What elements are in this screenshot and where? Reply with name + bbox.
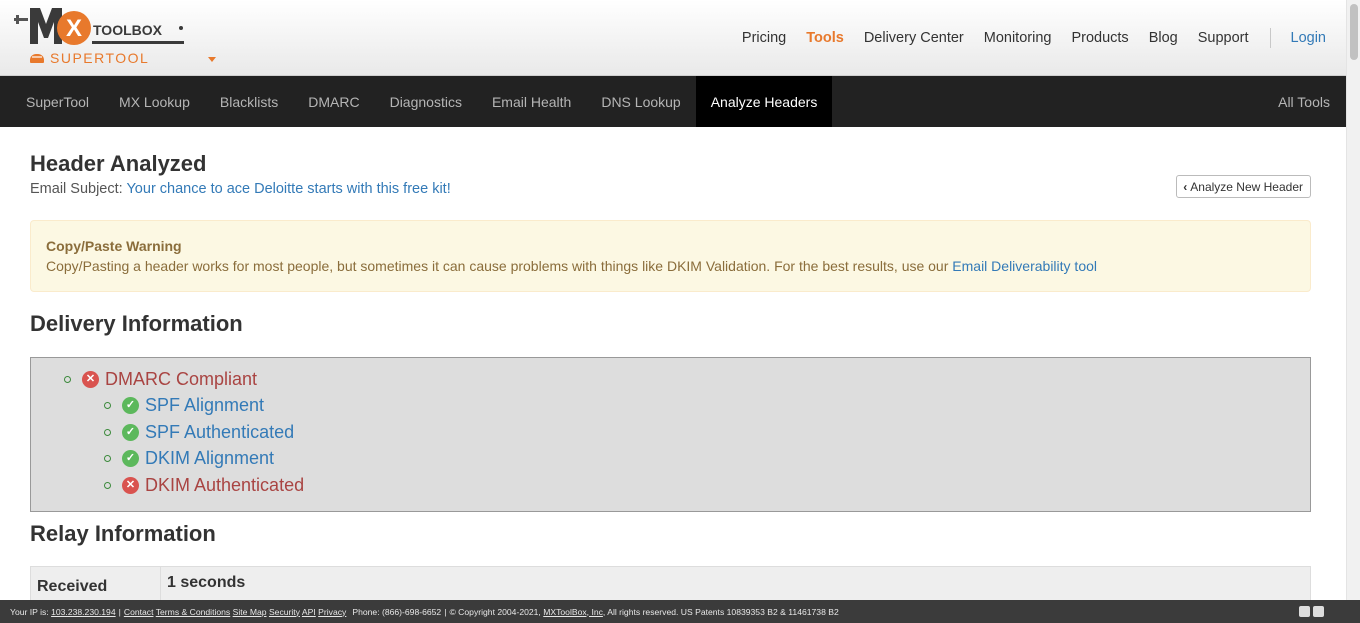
footer-rights: , All rights reserved. US Patents 108393… (602, 606, 839, 617)
delivery-information-box: ✕ DMARC Compliant ✓ SPF Alignment ✓ SPF Authe… (30, 357, 1311, 512)
x-circle-icon: ✕ (82, 371, 99, 388)
topnav-pricing[interactable]: Pricing (742, 30, 786, 46)
tab-email-health[interactable]: Email Health (477, 76, 586, 127)
delivery-item-label: SPF Authenticated (145, 421, 295, 442)
warning-text: Copy/Pasting a header works for most peo… (46, 258, 1295, 274)
warning-body: Copy/Pasting a header works for most peo… (46, 258, 949, 274)
footer-link-privacy[interactable]: Privacy (318, 607, 346, 617)
x-circle-icon: ✕ (122, 477, 139, 495)
tree-bullet (104, 402, 111, 409)
tab-analyze-headers[interactable]: Analyze Headers (695, 76, 833, 127)
footer-link-api[interactable]: API (302, 607, 316, 617)
analyze-new-header-label: Analyze New Header (1190, 179, 1303, 194)
footer-link-site-map[interactable]: Site Map (233, 607, 267, 617)
delivery-item-spf-alignment[interactable]: ✓ SPF Alignment (122, 395, 264, 416)
delivery-information-heading: Delivery Information (30, 311, 243, 336)
top-header: X TOOLBOX SUPERTOOL Pricing Tools Delivery… (0, 0, 1346, 76)
delivery-item-label: SPF Alignment (145, 395, 265, 415)
topnav-delivery-center[interactable]: Delivery Center (864, 30, 964, 46)
footer: Your IP is: 103.238.230.194 | Contact Te… (0, 600, 1346, 623)
delivery-item-dmarc-compliant[interactable]: ✕ DMARC Compliant (82, 369, 257, 390)
footer-links: Contact Terms & Conditions Site Map Secu… (124, 607, 346, 617)
tools-navigation: SuperTool MX Lookup Blacklists DMARC Diagnos… (0, 76, 1346, 127)
chevron-left-icon: ‹ (1183, 179, 1188, 194)
footer-phone: Phone: (866)-698-6652 (352, 606, 442, 617)
svg-text:X: X (66, 15, 82, 42)
topnav-support[interactable]: Support (1198, 30, 1249, 46)
delivery-item-label: DKIM Alignment (145, 448, 275, 469)
tree-bullet (104, 482, 111, 490)
delivery-item-dkim-authenticated[interactable]: ✕ DKIM Authenticated (122, 475, 304, 496)
delivery-item-spf-authenticated[interactable]: ✓ SPF Authenticated (122, 422, 294, 443)
tab-dmarc[interactable]: DMARC (293, 76, 374, 127)
footer-copyright: © Copyright 2004-2021, (449, 606, 541, 617)
delivery-item-label: DKIM Authenticated (145, 475, 305, 496)
topnav-monitoring[interactable]: Monitoring (984, 30, 1052, 46)
login-link[interactable]: Login (1291, 30, 1326, 46)
twitter-icon[interactable] (1299, 606, 1310, 617)
tree-bullet (64, 376, 71, 383)
footer-link-contact[interactable]: Contact (124, 607, 154, 617)
footer-link-security[interactable]: Security (269, 607, 300, 617)
tab-supertool[interactable]: SuperTool (0, 76, 104, 127)
svg-text:TOOLBOX: TOOLBOX (93, 22, 163, 38)
tab-dns-lookup[interactable]: DNS Lookup (586, 76, 695, 127)
tree-bullet (104, 428, 111, 436)
mxtoolbox-logo-mark: X TOOLBOX (14, 8, 184, 45)
check-circle-icon: ✓ (122, 397, 139, 414)
warning-title: Copy/Paste Warning (46, 238, 182, 254)
relay-information-heading: Relay Information (30, 521, 216, 546)
blog-icon[interactable] (1313, 606, 1324, 617)
ip-label: Your IP is: (10, 606, 49, 617)
top-navigation: Pricing Tools Delivery Center Monitoring Pro… (722, 28, 1326, 48)
delivery-item-dkim-alignment[interactable]: ✓ DKIM Alignment (122, 448, 274, 469)
footer-scroll-corner (1346, 600, 1360, 623)
copy-paste-warning: Copy/Paste Warning Copy/Pasting a header… (30, 220, 1311, 292)
chevron-down-icon[interactable] (208, 57, 216, 62)
supertool-dropdown[interactable]: SUPERTOOL (30, 50, 149, 66)
subject-label: Email Subject: (30, 181, 123, 197)
page-scrollbar[interactable] (1346, 0, 1360, 600)
tree-bullet (104, 455, 111, 463)
delivery-item-label: DMARC Compliant (105, 369, 258, 389)
received-delay-value: 1 seconds (167, 574, 246, 591)
topnav-products[interactable]: Products (1071, 30, 1128, 46)
footer-link-terms-conditions[interactable]: Terms & Conditions (156, 607, 231, 617)
analyze-new-header-button[interactable]: ‹ Analyze New Header (1176, 175, 1311, 198)
topnav-blog[interactable]: Blog (1149, 30, 1178, 46)
page-title: Header Analyzed (30, 151, 207, 176)
social-links (1299, 606, 1324, 617)
supertool-label: SUPERTOOL (50, 50, 150, 66)
mxtoolbox-logo[interactable]: X TOOLBOX (14, 4, 214, 50)
scrollbar-thumb[interactable] (1350, 4, 1358, 60)
email-subject: Email Subject: Your chance to ace Deloit… (30, 181, 451, 197)
check-circle-icon: ✓ (122, 423, 139, 441)
tab-blacklists[interactable]: Blacklists (205, 76, 293, 127)
topnav-tools[interactable]: Tools (806, 30, 844, 46)
check-circle-icon: ✓ (122, 450, 139, 468)
company-link[interactable]: MXToolBox, Inc (543, 607, 603, 617)
subject-value: Your chance to ace Deloitte starts with … (126, 181, 451, 197)
tab-mx-lookup[interactable]: MX Lookup (104, 76, 205, 127)
ip-link[interactable]: 103.238.230.194 (51, 607, 116, 617)
hardhat-icon (30, 53, 44, 63)
email-deliverability-link[interactable]: Email Deliverability tool (952, 258, 1097, 274)
nav-divider (1269, 28, 1271, 48)
tab-diagnostics[interactable]: Diagnostics (375, 76, 477, 127)
all-tools-link[interactable]: All Tools (1263, 76, 1346, 127)
